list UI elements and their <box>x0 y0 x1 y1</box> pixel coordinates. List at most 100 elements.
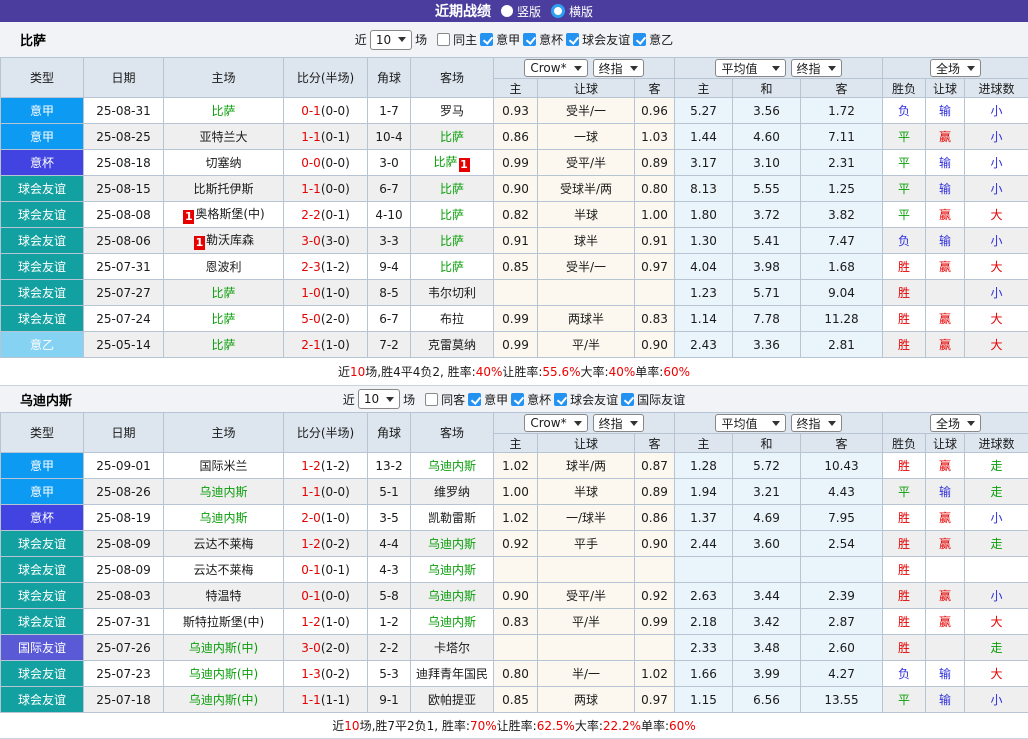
home-team-cell: 云达不莱梅 <box>164 531 284 557</box>
away-team-cell: 克雷莫纳 <box>411 332 494 358</box>
col-header-home: 主场 <box>164 413 284 453</box>
match-row: 意甲25-08-26乌迪内斯1-1(0-0)5-1维罗纳1.00半球0.891.… <box>1 479 1028 505</box>
result-handicap-cell: 输 <box>926 661 965 687</box>
chevron-down-icon <box>967 66 975 71</box>
odds-group-header: Crow* 终指 <box>494 58 675 79</box>
subcol-avg-draw: 和 <box>733 434 801 453</box>
recent-count-select[interactable]: 10 <box>358 389 400 409</box>
home-team-cell: 云达不莱梅 <box>164 557 284 583</box>
recent-count-select[interactable]: 10 <box>370 30 412 50</box>
corner-cell: 3-0 <box>368 150 411 176</box>
league-filter-checkbox-serie-a[interactable] <box>480 33 493 46</box>
odds-away-cell: 0.99 <box>635 609 675 635</box>
games-label: 场 <box>403 391 415 408</box>
odds-handicap-cell <box>538 280 635 306</box>
league-filter-checkbox-coppa[interactable] <box>511 393 524 406</box>
average-select[interactable]: 平均值 <box>715 59 785 77</box>
layout-horizontal-option[interactable]: 横版 <box>551 3 593 20</box>
league-type-cell: 意杯 <box>1 505 84 531</box>
odds-home-cell: 0.82 <box>494 202 538 228</box>
avg-away-cell: 7.11 <box>801 124 883 150</box>
score-cell: 0-0(0-0) <box>284 150 368 176</box>
team-name: 比萨 <box>20 30 46 49</box>
home-team-cell: 乌迪内斯(中) <box>164 635 284 661</box>
average-select[interactable]: 平均值 <box>715 414 785 432</box>
team-name-text: 克雷莫纳 <box>428 338 476 352</box>
league-filter-label: 意杯 <box>539 31 563 48</box>
match-row: 球会友谊25-07-18乌迪内斯(中)1-1(1-1)9-1欧帕提亚0.85两球… <box>1 687 1028 713</box>
result-group-header: 全场 <box>883 413 1028 434</box>
league-type-cell: 意甲 <box>1 453 84 479</box>
average-stage-select[interactable]: 终指 <box>791 59 842 77</box>
league-type-cell: 球会友谊 <box>1 609 84 635</box>
league-filter-checkbox-coppa[interactable] <box>523 33 536 46</box>
league-filter-checkbox-serie-b[interactable] <box>633 33 646 46</box>
odds-handicap-cell: 球半 <box>538 228 635 254</box>
section-header: 比萨 近 10 场 同主 意甲 意杯 球会友谊 意乙 <box>0 22 1028 57</box>
odds-stage-select[interactable]: 终指 <box>593 414 644 432</box>
odds-home-cell: 0.99 <box>494 306 538 332</box>
radio-selected-icon[interactable] <box>551 4 565 18</box>
layout-vertical-option[interactable]: 竖版 <box>501 3 541 20</box>
col-header-away: 客场 <box>411 413 494 453</box>
result-goals-cell: 大 <box>965 661 1028 687</box>
odds-stage-select[interactable]: 终指 <box>593 59 644 77</box>
radio-unselected-icon[interactable] <box>501 5 513 17</box>
match-date-cell: 25-07-23 <box>84 661 164 687</box>
avg-draw-cell: 3.10 <box>733 150 801 176</box>
league-filter-checkbox-serie-a[interactable] <box>468 393 481 406</box>
avg-draw-cell: 3.99 <box>733 661 801 687</box>
subcol-avg-draw: 和 <box>733 79 801 98</box>
odds-company-select[interactable]: Crow* <box>524 59 587 77</box>
league-type-cell: 意甲 <box>1 98 84 124</box>
avg-draw-cell: 4.60 <box>733 124 801 150</box>
result-group-header: 全场 <box>883 58 1028 79</box>
subcol-odds-handicap: 让球 <box>538 434 635 453</box>
odds-home-cell: 0.83 <box>494 609 538 635</box>
score-cell: 1-1(0-0) <box>284 479 368 505</box>
games-label: 场 <box>415 31 427 48</box>
match-date-cell: 25-08-26 <box>84 479 164 505</box>
scope-select[interactable]: 全场 <box>930 59 981 77</box>
team-name-text: 亚特兰大 <box>199 130 247 144</box>
odds-home-cell: 0.99 <box>494 150 538 176</box>
match-row: 意杯25-08-18切塞纳0-0(0-0)3-0比萨10.99受平/半0.893… <box>1 150 1028 176</box>
avg-away-cell: 2.87 <box>801 609 883 635</box>
same-away-checkbox[interactable] <box>425 393 438 406</box>
result-outcome-cell: 平 <box>883 124 926 150</box>
summary-text: 40% <box>609 365 636 379</box>
corner-cell: 4-3 <box>368 557 411 583</box>
team-name-text: 布拉 <box>440 312 464 326</box>
score-cell: 0-1(0-1) <box>284 557 368 583</box>
odds-home-cell: 0.90 <box>494 583 538 609</box>
odds-handicap-cell: 平手 <box>538 531 635 557</box>
result-outcome-cell: 胜 <box>883 531 926 557</box>
result-outcome-cell: 平 <box>883 479 926 505</box>
score-cell: 3-0(2-0) <box>284 635 368 661</box>
home-team-cell: 斯特拉斯堡(中) <box>164 609 284 635</box>
corner-cell: 13-2 <box>368 453 411 479</box>
team-name-text: 乌迪内斯(中) <box>189 667 258 681</box>
team-name-text: 比萨 <box>211 286 235 300</box>
team-name-text: 乌迪内斯 <box>199 485 247 499</box>
average-stage-select[interactable]: 终指 <box>791 414 842 432</box>
home-team-cell: 乌迪内斯(中) <box>164 661 284 687</box>
avg-away-cell: 1.72 <box>801 98 883 124</box>
league-type-cell: 球会友谊 <box>1 557 84 583</box>
home-team-cell: 乌迪内斯(中) <box>164 687 284 713</box>
corner-cell: 4-10 <box>368 202 411 228</box>
match-date-cell: 25-08-31 <box>84 98 164 124</box>
same-home-checkbox[interactable] <box>437 33 450 46</box>
result-goals-cell: 小 <box>965 687 1028 713</box>
result-outcome-cell: 胜 <box>883 254 926 280</box>
avg-draw-cell: 5.71 <box>733 280 801 306</box>
match-row: 球会友谊25-08-09云达不莱梅0-1(0-1)4-3乌迪内斯胜 <box>1 557 1028 583</box>
match-row: 球会友谊25-08-061勒沃库森3-0(3-0)3-3比萨0.91球半0.91… <box>1 228 1028 254</box>
topbar: 近期战绩 竖版 横版 <box>0 0 1028 22</box>
scope-select[interactable]: 全场 <box>930 414 981 432</box>
league-filter-checkbox-intl-friendly[interactable] <box>621 393 634 406</box>
league-filter-checkbox-club-friendly[interactable] <box>566 33 579 46</box>
odds-company-select[interactable]: Crow* <box>524 414 587 432</box>
league-filter-checkbox-club-friendly[interactable] <box>554 393 567 406</box>
avg-draw-cell: 3.21 <box>733 479 801 505</box>
